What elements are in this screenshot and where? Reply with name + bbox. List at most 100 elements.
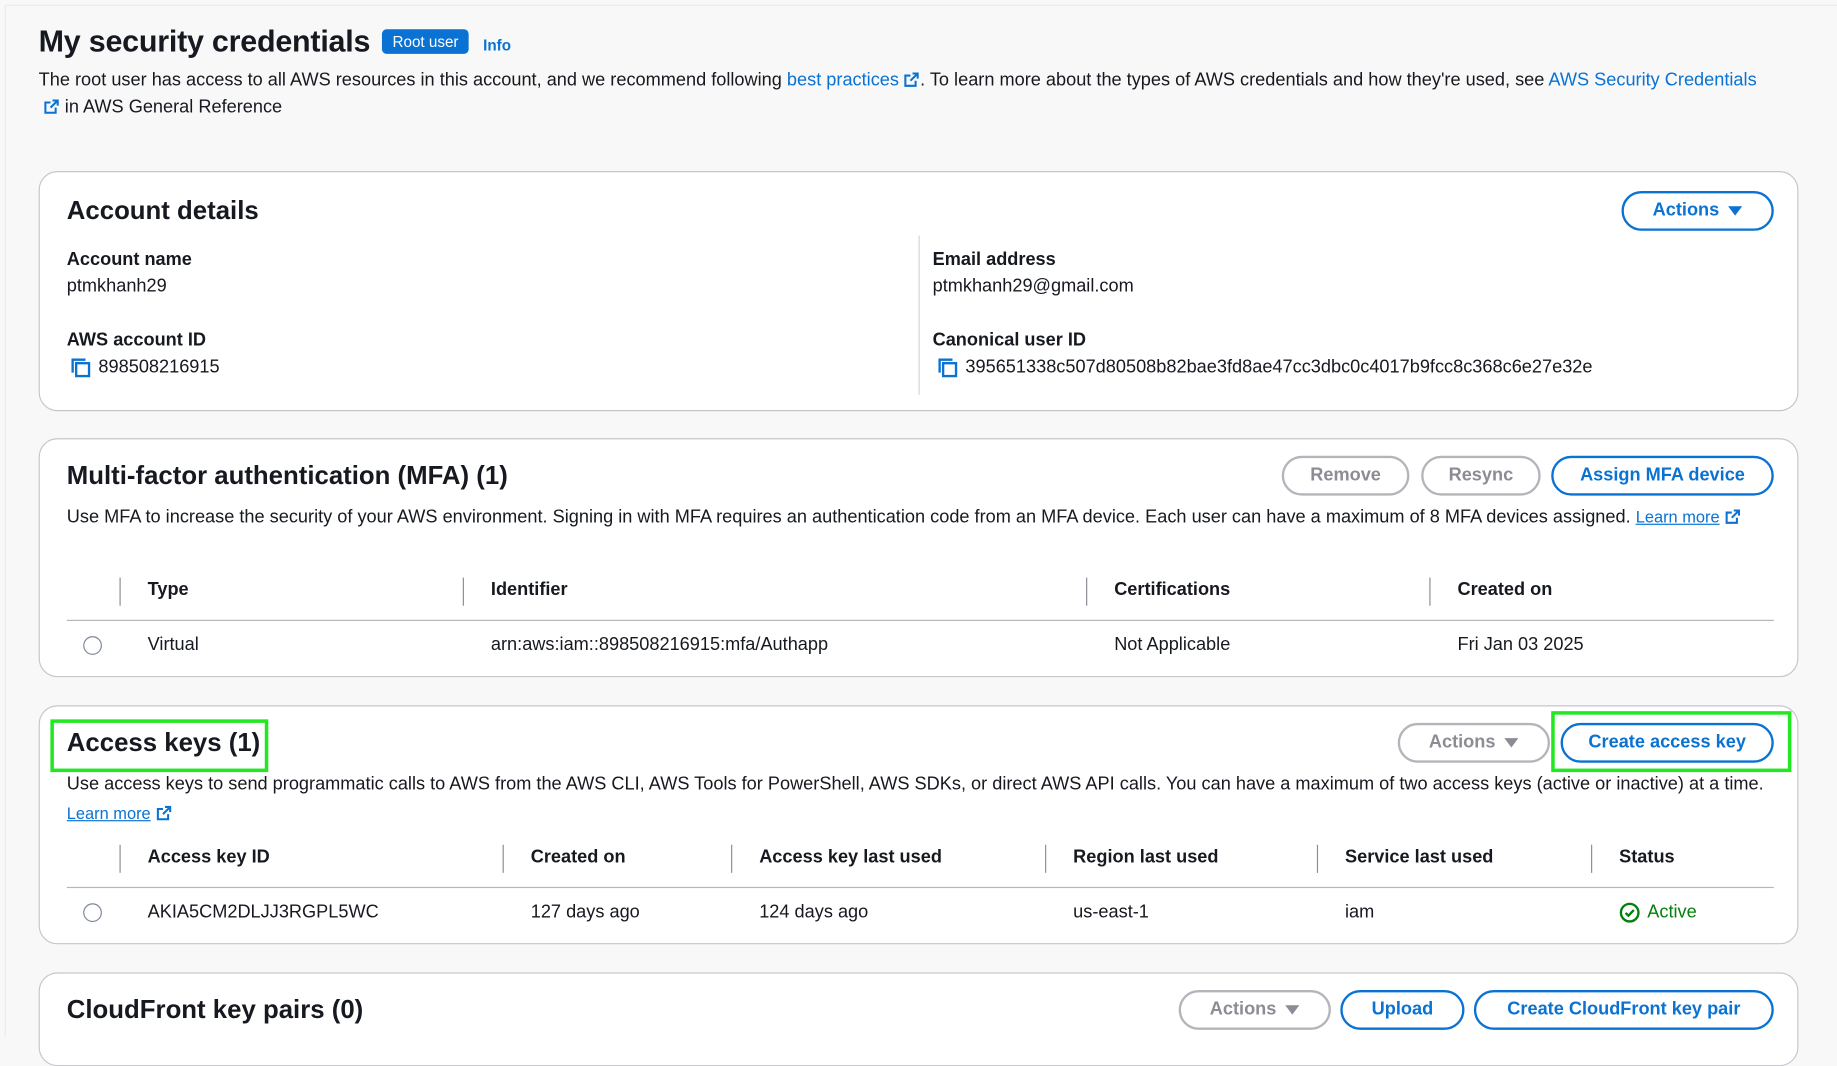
account-id-label: AWS account ID bbox=[66, 330, 207, 351]
upload-button[interactable]: Upload bbox=[1340, 990, 1465, 1030]
access-keys-table-header: Access key ID Created on Access key last… bbox=[66, 833, 1774, 889]
mfa-col-certifications[interactable]: Certifications bbox=[1114, 580, 1230, 601]
intro-suffix: in AWS General Reference bbox=[59, 97, 283, 118]
ak-col-last-used[interactable]: Access key last used bbox=[759, 847, 942, 868]
ak-status-cell: Active bbox=[1619, 902, 1697, 923]
ak-created-on-cell: 127 days ago bbox=[530, 902, 640, 923]
account-actions-label: Actions bbox=[1652, 200, 1720, 221]
mfa-card: Multi-factor authentication (MFA) (1) Re… bbox=[38, 438, 1799, 678]
resync-mfa-label: Resync bbox=[1448, 465, 1514, 486]
access-keys-learn-more-label: Learn more bbox=[66, 803, 151, 823]
create-cloudfront-key-pair-button[interactable]: Create CloudFront key pair bbox=[1473, 990, 1774, 1030]
ak-key-id-cell: AKIA5CM2DLJJ3RGPL5WC bbox=[147, 902, 379, 923]
access-keys-actions-label: Actions bbox=[1428, 732, 1496, 753]
root-user-badge: Root user bbox=[381, 29, 470, 54]
create-cloudfront-key-pair-label: Create CloudFront key pair bbox=[1507, 999, 1741, 1020]
mfa-learn-more-link[interactable]: Learn more bbox=[1636, 507, 1741, 526]
ak-region-cell: us-east-1 bbox=[1073, 902, 1149, 923]
canonical-id-text: 395651338c507d80508b82bae3fd8ae47cc3dbc0… bbox=[965, 357, 1593, 378]
column-divider bbox=[1086, 577, 1088, 606]
copy-icon[interactable] bbox=[937, 357, 958, 378]
column-divider bbox=[1316, 844, 1319, 873]
caret-down-icon bbox=[1285, 1005, 1300, 1015]
intro-prefix: The root user has access to all AWS reso… bbox=[38, 70, 787, 91]
mfa-col-created-on[interactable]: Created on bbox=[1457, 580, 1552, 601]
email-text: ptmkhanh29@gmail.com bbox=[932, 276, 1134, 297]
page-top-border bbox=[4, 4, 1837, 6]
best-practices-link[interactable]: best practices bbox=[787, 70, 920, 90]
account-id-value: 898508216915 bbox=[70, 357, 220, 378]
upload-label: Upload bbox=[1371, 999, 1434, 1020]
column-divider bbox=[1045, 844, 1047, 873]
mfa-description: Use MFA to increase the security of your… bbox=[67, 503, 1766, 532]
mfa-description-text: Use MFA to increase the security of your… bbox=[66, 507, 1631, 528]
mfa-learn-more-label: Learn more bbox=[1635, 507, 1720, 527]
mfa-identifier-cell: arn:aws:iam::898508216915:mfa/Authapp bbox=[490, 635, 829, 655]
ak-col-created-on[interactable]: Created on bbox=[531, 847, 626, 868]
mfa-created-on-cell: Fri Jan 03 2025 bbox=[1457, 635, 1584, 655]
account-id-text: 898508216915 bbox=[98, 357, 220, 378]
external-link-icon bbox=[44, 99, 59, 114]
external-link-icon bbox=[904, 72, 920, 87]
ak-last-used-cell: 124 days ago bbox=[759, 902, 869, 923]
access-keys-actions-button[interactable]: Actions bbox=[1397, 722, 1551, 763]
ak-col-key-id[interactable]: Access key ID bbox=[148, 847, 270, 868]
mfa-col-type[interactable]: Type bbox=[148, 580, 189, 601]
column-divider bbox=[462, 577, 464, 606]
column-divider bbox=[119, 577, 121, 606]
access-keys-description-text: Use access keys to send programmatic cal… bbox=[66, 774, 1764, 795]
row-select-radio[interactable] bbox=[83, 636, 102, 655]
intro-middle: . To learn more about the types of AWS c… bbox=[920, 70, 1549, 91]
mfa-certifications-cell: Not Applicable bbox=[1114, 635, 1231, 655]
page-title: My security credentials bbox=[38, 23, 371, 59]
access-keys-card: Access keys (1) Actions Create access ke… bbox=[38, 705, 1799, 945]
ak-service-cell: iam bbox=[1344, 902, 1375, 923]
info-link[interactable]: Info bbox=[483, 36, 511, 54]
cloudfront-actions-label: Actions bbox=[1209, 999, 1277, 1020]
column-divider bbox=[731, 844, 733, 873]
column-divider bbox=[918, 235, 920, 395]
account-details-title: Account details bbox=[66, 195, 259, 225]
cloudfront-title: CloudFront key pairs (0) bbox=[66, 994, 364, 1024]
mfa-col-identifier[interactable]: Identifier bbox=[491, 580, 568, 601]
ak-col-status[interactable]: Status bbox=[1619, 847, 1675, 868]
mfa-table-header: Type Identifier Certifications Created o… bbox=[66, 566, 1774, 621]
check-circle-icon bbox=[1619, 902, 1640, 923]
caret-down-icon bbox=[1504, 738, 1519, 748]
row-select-radio[interactable] bbox=[83, 903, 102, 923]
table-row: Virtual arn:aws:iam::898508216915:mfa/Au… bbox=[67, 621, 1774, 673]
column-divider bbox=[502, 844, 504, 873]
resync-mfa-button[interactable]: Resync bbox=[1421, 455, 1541, 496]
cloudfront-card: CloudFront key pairs (0) Actions Upload … bbox=[38, 972, 1799, 1066]
column-divider bbox=[119, 844, 121, 873]
caret-down-icon bbox=[1728, 206, 1743, 216]
copy-icon[interactable] bbox=[70, 357, 91, 378]
assign-mfa-label: Assign MFA device bbox=[1580, 465, 1745, 486]
remove-mfa-label: Remove bbox=[1310, 465, 1381, 486]
account-actions-button[interactable]: Actions bbox=[1621, 190, 1774, 231]
external-link-icon bbox=[156, 805, 171, 821]
mfa-title: Multi-factor authentication (MFA) (1) bbox=[66, 460, 508, 490]
external-link-icon bbox=[1725, 509, 1740, 524]
canonical-id-value: 395651338c507d80508b82bae3fd8ae47cc3dbc0… bbox=[937, 357, 1592, 378]
access-keys-learn-more-link[interactable]: Learn more bbox=[66, 803, 172, 823]
create-access-key-highlight bbox=[1551, 711, 1792, 773]
access-keys-description: Use access keys to send programmatic cal… bbox=[67, 771, 1766, 828]
canonical-id-label: Canonical user ID bbox=[932, 330, 1086, 351]
page-header: My security credentials Root user Info T… bbox=[39, 23, 1773, 120]
column-divider bbox=[1429, 577, 1431, 606]
intro-text: The root user has access to all AWS reso… bbox=[39, 67, 1773, 121]
aws-security-credentials-link-label: AWS Security Credentials bbox=[1548, 70, 1757, 91]
mfa-type-cell: Virtual bbox=[147, 635, 199, 655]
ak-col-region[interactable]: Region last used bbox=[1073, 847, 1218, 868]
ak-col-service[interactable]: Service last used bbox=[1345, 847, 1493, 868]
access-keys-table: Access key ID Created on Access key last… bbox=[66, 833, 1774, 940]
cloudfront-actions-button[interactable]: Actions bbox=[1178, 990, 1331, 1030]
column-divider bbox=[1591, 844, 1593, 873]
email-label: Email address bbox=[932, 249, 1056, 270]
ak-status-text: Active bbox=[1647, 902, 1697, 923]
remove-mfa-button[interactable]: Remove bbox=[1281, 455, 1410, 496]
mfa-table: Type Identifier Certifications Created o… bbox=[66, 566, 1774, 673]
best-practices-link-label: best practices bbox=[786, 70, 899, 91]
assign-mfa-button[interactable]: Assign MFA device bbox=[1551, 455, 1774, 496]
